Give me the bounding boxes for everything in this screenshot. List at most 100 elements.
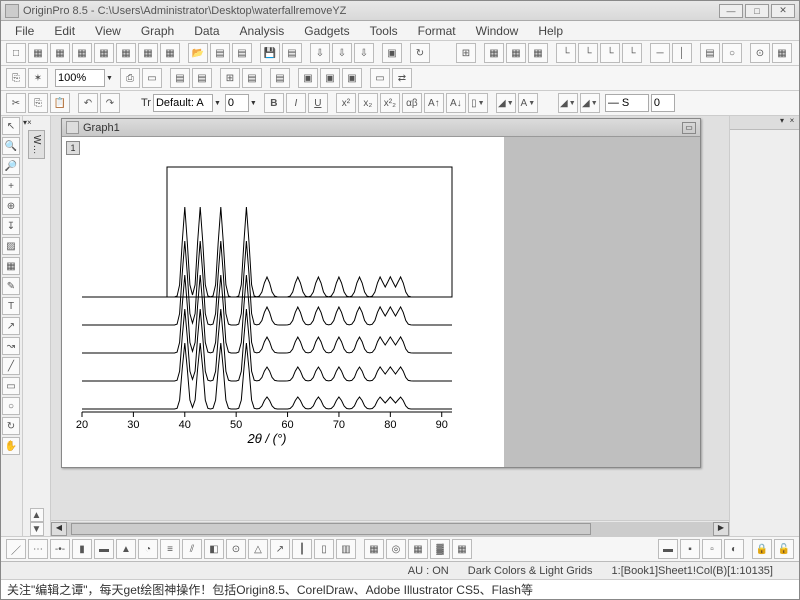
area-plot-button[interactable]: ▲	[116, 539, 136, 559]
text-tool[interactable]: T	[2, 297, 20, 315]
3d-wire-button[interactable]: ▦	[452, 539, 472, 559]
font-family-input[interactable]	[153, 94, 213, 112]
zoom-out-tool[interactable]: 🔎	[2, 157, 20, 175]
pie-plot-button[interactable]: ◔	[138, 539, 158, 559]
curved-arrow-tool[interactable]: ↝	[2, 337, 20, 355]
import-multiple-button[interactable]: ⇩	[354, 43, 374, 63]
menu-graph[interactable]: Graph	[131, 22, 184, 40]
right-dock-pin-icon[interactable]: ▾	[777, 116, 787, 129]
copy-button[interactable]: ⎘	[28, 93, 48, 113]
line-style-input[interactable]	[605, 94, 649, 112]
save-template-button[interactable]: ▤	[282, 43, 302, 63]
import-wizard-button[interactable]: ⇩	[310, 43, 330, 63]
column-plot-button[interactable]: ▮	[72, 539, 92, 559]
new-layout-button[interactable]: ▦	[116, 43, 136, 63]
underline-button[interactable]: U	[308, 93, 328, 113]
import-ascii-button[interactable]: ⇩	[332, 43, 352, 63]
project-explorer-button[interactable]: ⊞	[220, 68, 240, 88]
add-colorscale-button[interactable]: ▤	[700, 43, 720, 63]
3d-plot-button[interactable]: ◧	[204, 539, 224, 559]
new-function-button[interactable]: ▦	[160, 43, 180, 63]
scroll-left-button[interactable]: ◀	[51, 522, 67, 536]
region-tool[interactable]: ▦	[2, 257, 20, 275]
menu-tools[interactable]: Tools	[360, 22, 408, 40]
layout-tool-2[interactable]: └	[578, 43, 598, 63]
italic-button[interactable]: I	[286, 93, 306, 113]
subscript-button[interactable]: x₂	[358, 93, 378, 113]
vector-plot-button[interactable]: ↗	[270, 539, 290, 559]
script-button[interactable]: ▤	[192, 68, 212, 88]
results-log-button[interactable]: ▤	[242, 68, 262, 88]
add-layer-button[interactable]: ▦	[484, 43, 504, 63]
open-button[interactable]: 📂	[188, 43, 208, 63]
increase-font-button[interactable]: A↑	[424, 93, 444, 113]
open-template-button[interactable]: ▤	[210, 43, 230, 63]
graph-restore-icon[interactable]: ▭	[682, 122, 696, 134]
greek-button[interactable]: αβ	[402, 93, 422, 113]
bold-button[interactable]: B	[264, 93, 284, 113]
redo-button[interactable]: ↷	[100, 93, 120, 113]
data-reader-tool[interactable]: ⊕	[2, 197, 20, 215]
font-size-input[interactable]	[225, 94, 249, 112]
unmask-button[interactable]: ▫	[702, 539, 722, 559]
slideshow-button[interactable]: ▭	[142, 68, 162, 88]
new-graph-button[interactable]: ▦	[72, 43, 92, 63]
cut-button[interactable]: ✂	[6, 93, 26, 113]
workspace-scrollbar[interactable]: ◀ ▶	[51, 520, 729, 536]
line-symbol-button[interactable]: -•-	[50, 539, 70, 559]
status-dataset[interactable]: 1:[Book1]Sheet1!Col(B)[1:10135]	[612, 565, 773, 577]
extract-layers-button[interactable]: ▦	[506, 43, 526, 63]
line-tool[interactable]: ╱	[2, 357, 20, 375]
add-right-axis-button[interactable]: │	[672, 43, 692, 63]
close-button[interactable]: ✕	[771, 4, 795, 18]
layout-tool-1[interactable]: └	[556, 43, 576, 63]
fill-pattern-button[interactable]: ◢▼	[558, 93, 578, 113]
mask-tool[interactable]: ▨	[2, 237, 20, 255]
exchange-xy-button[interactable]: ⇄	[392, 68, 412, 88]
save-project-button[interactable]: 💾	[260, 43, 280, 63]
new-excel-button[interactable]: ▦	[50, 43, 70, 63]
fit-page-button[interactable]: ▭	[370, 68, 390, 88]
new-project-button[interactable]: □	[6, 43, 26, 63]
open-excel-button[interactable]: ▤	[232, 43, 252, 63]
dock-scroll-up[interactable]: ▲	[30, 508, 44, 522]
menu-window[interactable]: Window	[466, 22, 529, 40]
menu-data[interactable]: Data	[184, 22, 229, 40]
layout-tool-4[interactable]: └	[622, 43, 642, 63]
menu-gadgets[interactable]: Gadgets	[294, 22, 359, 40]
unlock-button[interactable]: 🔓	[774, 539, 794, 559]
date-time-button[interactable]: ⊙	[750, 43, 770, 63]
zoom-input[interactable]	[55, 69, 105, 87]
menu-analysis[interactable]: Analysis	[230, 22, 295, 40]
right-dock-close-icon[interactable]: ×	[787, 116, 797, 129]
menu-help[interactable]: Help	[528, 22, 573, 40]
merge-button[interactable]: ▦	[528, 43, 548, 63]
template-library-button[interactable]: ▦	[364, 539, 384, 559]
line-plot-button[interactable]: ／	[6, 539, 26, 559]
maximize-button[interactable]: □	[745, 4, 769, 18]
ternary-plot-button[interactable]: △	[248, 539, 268, 559]
add-error-button[interactable]: ▣	[342, 68, 362, 88]
batch-processing-button[interactable]: ▣	[382, 43, 402, 63]
graph-window[interactable]: Graph1 ▭ 1	[61, 118, 701, 468]
undo-button[interactable]: ↶	[78, 93, 98, 113]
dock-close-icon[interactable]: ×	[27, 118, 32, 127]
paste-button[interactable]: 📋	[50, 93, 70, 113]
new-notes-button[interactable]: ▦	[138, 43, 158, 63]
scatter-plot-button[interactable]: ⋯	[28, 539, 48, 559]
circle-tool[interactable]: ○	[2, 397, 20, 415]
codebuilder-button[interactable]: ▤	[170, 68, 190, 88]
refresh-button[interactable]: ✶	[28, 68, 48, 88]
fill-color-button[interactable]: A▼	[518, 93, 538, 113]
minimize-button[interactable]: —	[719, 4, 743, 18]
dock-scroll-down[interactable]: ▼	[30, 522, 44, 536]
add-plot-button[interactable]: ▣	[320, 68, 340, 88]
3d-surface-button[interactable]: ▓	[430, 539, 450, 559]
menu-format[interactable]: Format	[408, 22, 466, 40]
lock-button[interactable]: 🔒	[752, 539, 772, 559]
menu-file[interactable]: File	[5, 22, 44, 40]
scrollbar-thumb[interactable]	[71, 523, 591, 535]
add-top-axis-button[interactable]: ─	[650, 43, 670, 63]
add-bubble-button[interactable]: ○	[722, 43, 742, 63]
graph-titlebar[interactable]: Graph1 ▭	[62, 119, 700, 137]
